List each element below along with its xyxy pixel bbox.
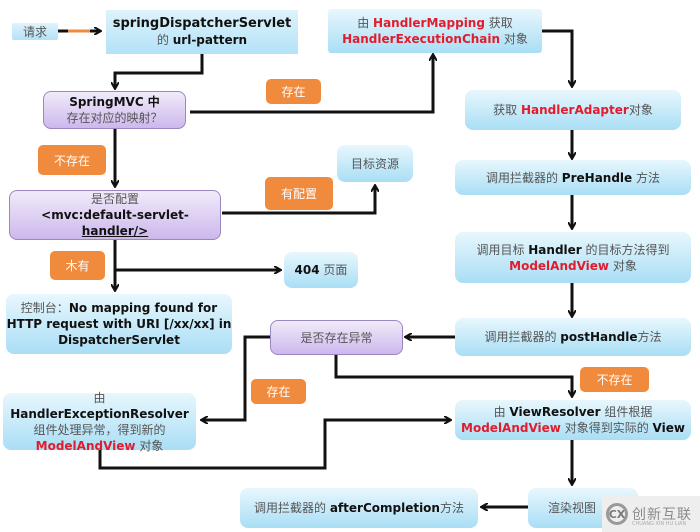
viewres-name: ViewResolver [509,405,601,419]
default-servlet-line2: <mvc:default-servlet- [41,208,189,222]
default-servlet-line1: 是否配置 [90,192,139,206]
label-configured-text: 有配置 [280,187,317,201]
handler-mapping-node: 由 HandlerMapping 获取 HandlerExecutionChai… [328,9,542,53]
target-resource-label: 目标资源 [350,156,399,171]
label-exists-top-text: 存在 [281,85,306,99]
hm-suffix: 获取 [484,16,513,30]
prehandle-name: PreHandle [561,170,633,185]
prehandle-prefix: 调用拦截器的 [485,170,562,185]
posthandle-node: 调用拦截器的 postHandle方法 [455,318,691,356]
invoke-prefix: 调用目标 [476,242,529,257]
exception-resolver-node: 由 HandlerExceptionResolver 组件处理异常，得到新的 M… [3,390,196,453]
view-resolver-node: 由 ViewResolver 组件根据 ModelAndView 对象得到实际的… [455,400,691,440]
arrow-handlermapping-to-adapter [542,29,572,86]
console-line2: HTTP request with URI [/xx/xx] in [6,317,232,331]
exres-modelandview: ModelAndView [35,438,136,453]
hm-chain-suffix: 对象 [500,32,528,46]
prehandle-suffix: 方法 [632,170,661,185]
label-not-configured: 木有 [50,251,105,280]
watermark: CX 创新互联 CHUANG XIN HU LIAN [602,496,700,532]
mapping-q-line2: 存在对应的映射？ [66,111,163,125]
viewres-prefix: 由 [493,405,510,419]
label-exists-top: 存在 [266,79,321,104]
viewres-suffix2: 对象得到实际的 [560,421,653,435]
request-node: 请求 [12,23,58,40]
arrow-exception-no-to-viewresolver [334,355,572,396]
label-not-exists-left: 不存在 [38,145,106,175]
console-line3: DispatcherServlet [58,333,180,347]
viewres-view: View [652,421,685,435]
console-line1: No mapping found for [68,301,218,315]
invoke-handler-node: 调用目标 Handler 的目标方法得到 ModelAndView 对象 [455,232,691,283]
dispatcher-line1: springDispatcherServlet [112,16,292,31]
label-not-configured-text: 木有 [65,259,90,273]
page404-code: 404 [294,263,320,277]
request-label: 请求 [22,24,47,39]
label-exception-not-exists-text: 不存在 [596,373,633,387]
watermark-logo-icon: CX [606,503,628,525]
posthandle-prefix: 调用拦截器的 [484,330,561,344]
console-message-node: 控制台：No mapping found for HTTP request wi… [6,294,232,354]
adapter-prefix: 获取 [493,103,521,117]
mapping-q-line1: SpringMVC 中 [69,95,160,109]
label-configured: 有配置 [265,177,333,210]
label-exception-exists: 存在 [251,379,306,404]
mapping-question-node: SpringMVC 中 存在对应的映射？ [43,91,186,129]
prehandle-node: 调用拦截器的 PreHandle 方法 [455,160,691,195]
exception-q-label: 是否存在异常 [300,330,373,345]
dispatcher-line2-prefix: 的 [156,33,173,47]
dispatcher-servlet-node: springDispatcherServlet 的 url-pattern [106,10,298,54]
invoke-modelandview: ModelAndView [509,258,610,273]
invoke-suffix: 的目标方法得到 [581,242,670,257]
viewres-suffix: 组件根据 [600,405,653,419]
exres-name: HandlerExceptionResolver [10,406,189,421]
console-prefix: 控制台： [20,301,69,315]
after-name: afterCompletion [329,501,440,515]
posthandle-suffix: 方法 [637,330,662,344]
label-exception-not-exists: 不存在 [580,367,649,392]
exres-suffix: 对象 [135,438,164,453]
label-exception-exists-text: 存在 [266,385,291,399]
exres-line2: 组件处理异常，得到新的 [33,422,166,437]
watermark-subtext: CHUANG XIN HU LIAN [632,521,687,527]
adapter-suffix: 对象 [628,103,653,117]
default-servlet-line3: handler/> [81,224,149,238]
posthandle-name: postHandle [560,330,638,344]
viewres-modelandview: ModelAndView [461,421,561,435]
default-servlet-question-node: 是否配置 <mvc:default-servlet- handler/> [9,190,221,240]
target-resource-node: 目标资源 [337,145,413,182]
hm-handlermapping: HandlerMapping [373,16,485,30]
page-404-node: 404 页面 [284,252,358,288]
dispatcher-line2: url-pattern [172,33,248,47]
label-not-exists-left-text: 不存在 [53,153,90,168]
render-label: 渲染视图 [548,501,597,515]
after-suffix: 方法 [439,501,464,515]
adapter-name: HandlerAdapter [521,103,629,117]
page404-label: 页面 [319,263,348,277]
invoke-suffix2: 对象 [609,258,637,273]
hm-chain: HandlerExecutionChain [342,32,501,46]
arrow-dispatcher-to-mapping-q [115,53,204,88]
exception-question-node: 是否存在异常 [270,320,403,355]
after-prefix: 调用拦截器的 [254,501,330,515]
after-completion-node: 调用拦截器的 afterCompletion方法 [240,488,478,528]
hm-prefix: 由 [357,16,374,30]
exres-prefix: 由 [93,390,106,405]
handler-adapter-node: 获取 HandlerAdapter对象 [465,90,681,130]
invoke-handler: Handler [528,242,582,257]
